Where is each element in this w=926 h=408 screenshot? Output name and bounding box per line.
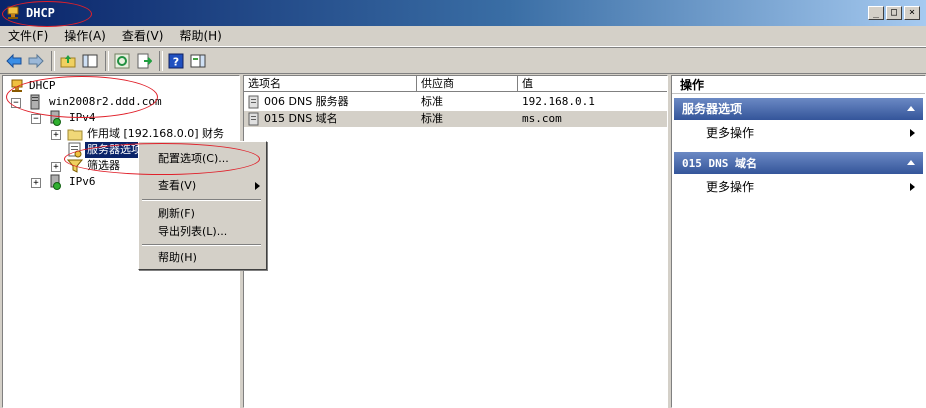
column-header-option-name[interactable]: 选项名 [244,76,417,92]
tree-root-label: DHCP [29,79,56,92]
scope-label: 作用域 [192.168.0.0] 财务 [87,127,225,140]
expand-toggle[interactable]: + [51,162,61,172]
action-section-title: 015 DNS 域名 [682,157,757,170]
column-header-value[interactable]: 值 [518,76,667,92]
action-section-title: 服务器选项 [682,102,743,116]
actions-pane-title: 操作 [672,76,925,94]
minimize-button[interactable]: _ [868,6,884,20]
column-header-vendor[interactable]: 供应商 [417,76,518,92]
more-actions-item[interactable]: 更多操作 [706,123,921,143]
menu-separator [142,244,261,246]
ctx-refresh[interactable]: 刷新(F) [158,205,195,223]
vendor-cell: 标准 [421,112,443,125]
server-icon [30,94,40,110]
dhcp-trophy-icon [11,79,23,92]
option-name-cell: 015 DNS 域名 [244,111,417,127]
ctx-configure-options[interactable]: 配置选项(C)... [158,150,229,168]
ipv4-label: IPv4 [69,111,96,124]
list-row[interactable]: 006 DNS 服务器 标准 192.168.0.1 [244,94,667,110]
export-list-button[interactable] [134,51,154,71]
collapse-section-icon[interactable] [907,160,915,165]
export-icon [137,53,152,68]
menu-bar: 文件(F) 操作(A) 查看(V) 帮助(H) [0,26,926,47]
action-section-header-dns-domain[interactable]: 015 DNS 域名 [674,152,923,174]
list-header: 选项名 供应商 值 [244,76,667,92]
folder-up-icon [60,54,76,67]
more-actions-item[interactable]: 更多操作 [706,177,921,197]
restore-button[interactable]: □ [886,6,902,20]
submenu-arrow-icon [910,129,915,137]
show-hide-tree-button[interactable] [80,51,100,71]
expand-toggle[interactable]: + [31,178,41,188]
forward-button[interactable] [26,51,46,71]
server-label: win2008r2.ddd.com [49,95,162,108]
menu-file[interactable]: 文件(F) [0,26,56,46]
toolbar-separator [105,50,109,71]
back-button[interactable] [4,51,24,71]
context-menu: 配置选项(C)... 查看(V) 刷新(F) 导出列表(L)... 帮助(H) [138,141,267,270]
toolbar-separator [51,50,55,71]
dhcp-app-icon [7,6,19,19]
show-hide-action-pane-button[interactable] [188,51,208,71]
close-button[interactable]: × [904,6,920,20]
submenu-arrow-icon [255,182,260,190]
refresh-button[interactable] [112,51,132,71]
ctx-help[interactable]: 帮助(H) [158,249,197,267]
value-cell: ms.com [522,112,562,125]
collapse-toggle[interactable]: − [11,98,21,108]
action-pane-icon [190,54,206,67]
option-name-text: 006 DNS 服务器 [264,95,349,108]
option-name-text: 015 DNS 域名 [264,112,338,125]
ctx-view-label: 查看(V) [158,179,197,192]
svg-text:?: ? [173,55,179,68]
list-row[interactable]: 015 DNS 域名 标准 ms.com [244,111,667,127]
ipv4-network-icon [50,110,61,126]
server-options-icon [68,142,82,158]
filter-icon [67,159,83,173]
toolbar-separator [159,50,163,71]
ipv6-label: IPv6 [69,175,96,188]
refresh-icon [114,53,130,68]
vendor-cell: 标准 [421,95,443,108]
up-folder-button[interactable] [58,51,78,71]
help-button[interactable]: ? [166,51,186,71]
window-title: DHCP [26,6,55,20]
folder-icon [67,129,83,141]
collapse-toggle[interactable]: − [31,114,41,124]
action-section-header-server-options[interactable]: 服务器选项 [674,98,923,120]
collapse-section-icon[interactable] [907,106,915,111]
option-name-cell: 006 DNS 服务器 [244,94,417,110]
menu-help[interactable]: 帮助(H) [171,26,229,46]
title-bar: DHCP _ □ × [0,0,926,26]
value-cell: 192.168.0.1 [522,95,595,108]
actions-pane: 操作 服务器选项 更多操作 015 DNS 域名 更多操作 [671,75,926,408]
option-icon [248,112,259,126]
console-tree-icon [82,54,98,67]
ipv6-network-icon [50,174,61,190]
menu-action[interactable]: 操作(A) [56,26,114,46]
more-actions-label: 更多操作 [706,180,755,194]
ctx-export-list[interactable]: 导出列表(L)... [158,223,227,241]
server-options-label: 服务器选项 [85,142,144,158]
back-arrow-icon [6,53,22,68]
ctx-view[interactable]: 查看(V) [158,177,260,195]
expand-toggle[interactable]: + [51,130,61,140]
menu-separator [142,199,261,201]
option-icon [248,95,259,109]
toolbar: ? [0,47,926,74]
submenu-arrow-icon [910,183,915,191]
results-list-pane: 选项名 供应商 值 006 DNS 服务器 标准 192.168.0.1 015… [243,75,668,408]
help-icon: ? [168,53,184,68]
forward-arrow-icon [28,53,44,68]
more-actions-label: 更多操作 [706,126,755,140]
menu-view[interactable]: 查看(V) [114,26,172,46]
filters-label: 筛选器 [87,159,120,172]
